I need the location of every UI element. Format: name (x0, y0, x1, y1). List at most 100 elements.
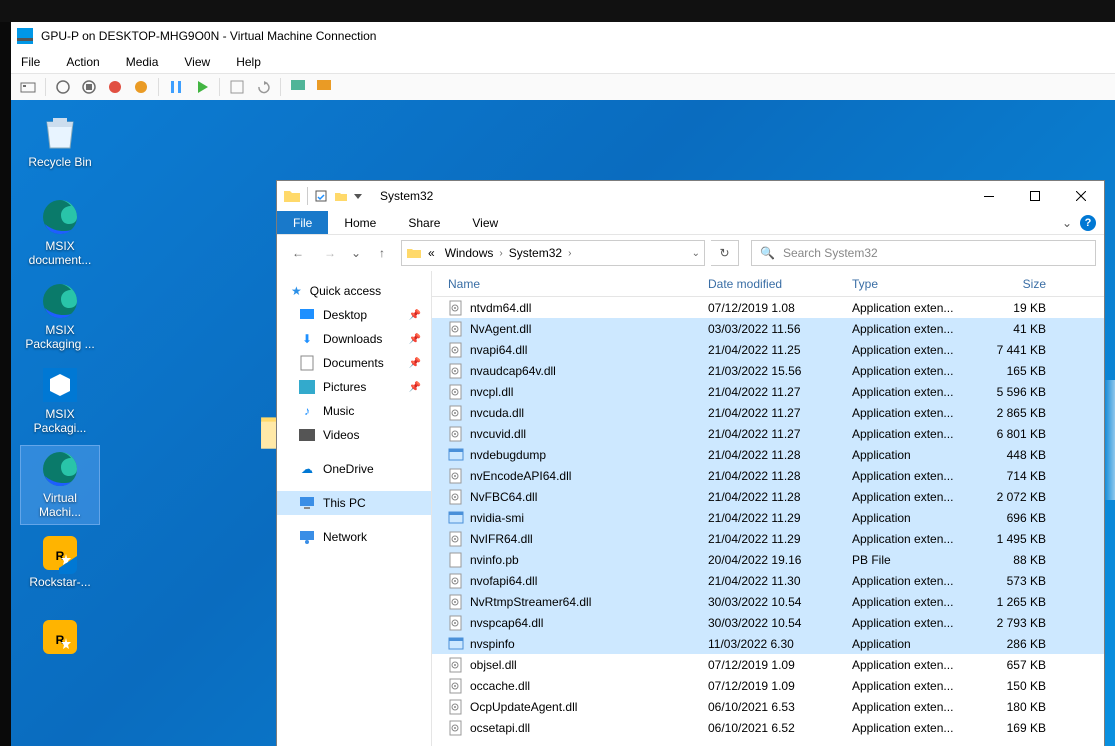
file-rows[interactable]: ntvdm64.dll07/12/2019 1.08Application ex… (432, 297, 1104, 746)
tb-turnoff-icon[interactable] (78, 76, 100, 98)
file-row[interactable]: ocsetapi.dll06/10/2021 6.52Application e… (432, 717, 1104, 738)
nav-this-pc[interactable]: This PC (277, 491, 431, 515)
qat-newfolder-icon[interactable] (334, 189, 348, 203)
nav-desktop[interactable]: Desktop📌 (277, 303, 431, 327)
guest-desktop[interactable]: Recycle BinMSIX document...MSIX Packagin… (11, 100, 1115, 746)
tab-file[interactable]: File (277, 211, 328, 234)
file-size: 6 801 KB (972, 427, 1046, 441)
breadcrumb-windows[interactable]: Windows (441, 246, 498, 260)
minimize-button[interactable] (966, 181, 1012, 211)
back-button[interactable]: ← (285, 240, 311, 266)
file-name: nvapi64.dll (470, 343, 708, 357)
tb-reset-icon[interactable] (191, 76, 213, 98)
column-headers[interactable]: Name Date modified Type Size (432, 271, 1104, 297)
tb-revert-icon[interactable] (252, 76, 274, 98)
tb-enhanced-icon[interactable] (287, 76, 309, 98)
file-row[interactable]: nvaudcap64v.dll21/03/2022 15.56Applicati… (432, 360, 1104, 381)
file-row[interactable]: nvofapi64.dll21/04/2022 11.30Application… (432, 570, 1104, 591)
file-row[interactable]: nvapi64.dll21/04/2022 11.25Application e… (432, 339, 1104, 360)
tb-ctrl-alt-del-icon[interactable] (17, 76, 39, 98)
tb-start-icon[interactable] (52, 76, 74, 98)
tab-home[interactable]: Home (328, 211, 392, 234)
qat-dropdown-icon[interactable] (354, 192, 362, 200)
file-date: 03/03/2022 11.56 (708, 322, 852, 336)
desktop-icon[interactable]: Recycle Bin (21, 110, 99, 188)
nav-pictures[interactable]: Pictures📌 (277, 375, 431, 399)
file-row[interactable]: nvEncodeAPI64.dll21/04/2022 11.28Applica… (432, 465, 1104, 486)
file-type: Application exten... (852, 301, 972, 315)
file-row[interactable]: nvcuvid.dll21/04/2022 11.27Application e… (432, 423, 1104, 444)
breadcrumb-system32[interactable]: System32 (505, 246, 566, 260)
desktop-icon[interactable]: Virtual Machi... (21, 446, 99, 524)
address-bar[interactable]: « Windows› System32› ⌄ (401, 240, 705, 266)
col-type[interactable]: Type (852, 277, 972, 291)
ribbon-expand-icon[interactable]: ⌄ (1062, 216, 1072, 230)
menu-media[interactable]: Media (126, 55, 159, 69)
recent-dropdown-icon[interactable]: ⌄ (349, 240, 363, 266)
col-date[interactable]: Date modified (708, 277, 852, 291)
nav-downloads[interactable]: ⬇Downloads📌 (277, 327, 431, 351)
nav-quick-access[interactable]: ★Quick access (277, 279, 431, 303)
menu-help[interactable]: Help (236, 55, 261, 69)
menu-action[interactable]: Action (66, 55, 99, 69)
file-date: 20/04/2022 19.16 (708, 553, 852, 567)
nav-music[interactable]: ♪Music (277, 399, 431, 423)
help-icon[interactable]: ? (1080, 215, 1096, 231)
desktop-icon[interactable]: RRockstar-... (21, 530, 99, 608)
file-date: 07/12/2019 1.09 (708, 679, 852, 693)
desktop-icon[interactable]: R (21, 614, 99, 692)
tb-checkpoint-icon[interactable] (226, 76, 248, 98)
file-row[interactable]: nvcuda.dll21/04/2022 11.27Application ex… (432, 402, 1104, 423)
menu-file[interactable]: File (21, 55, 40, 69)
tb-share-icon[interactable] (313, 76, 335, 98)
file-size: 41 KB (972, 322, 1046, 336)
tb-save-icon[interactable] (130, 76, 152, 98)
file-row[interactable]: NvRtmpStreamer64.dll30/03/2022 10.54Appl… (432, 591, 1104, 612)
file-row[interactable]: nvspcap64.dll30/03/2022 10.54Application… (432, 612, 1104, 633)
win-logo-hint (1105, 380, 1115, 500)
nav-network[interactable]: Network (277, 525, 431, 549)
up-button[interactable]: ↑ (369, 240, 395, 266)
tab-view[interactable]: View (456, 211, 514, 234)
close-button[interactable] (1058, 181, 1104, 211)
nav-videos[interactable]: Videos (277, 423, 431, 447)
file-size: 19 KB (972, 301, 1046, 315)
desktop-icon[interactable]: MSIX Packagi... (21, 362, 99, 440)
file-size: 573 KB (972, 574, 1046, 588)
explorer-titlebar[interactable]: System32 (277, 181, 1104, 211)
breadcrumb-prefix[interactable]: « (424, 246, 439, 260)
file-row[interactable]: occache.dll07/12/2019 1.09Application ex… (432, 675, 1104, 696)
file-name: nvcuvid.dll (470, 427, 708, 441)
tb-pause-icon[interactable] (165, 76, 187, 98)
col-name[interactable]: Name (448, 277, 708, 291)
file-row[interactable]: nvdebugdump21/04/2022 11.28Application44… (432, 444, 1104, 465)
col-size[interactable]: Size (972, 277, 1046, 291)
tb-shutdown-icon[interactable] (104, 76, 126, 98)
file-row[interactable]: NvAgent.dll03/03/2022 11.56Application e… (432, 318, 1104, 339)
file-row[interactable]: nvspinfo11/03/2022 6.30Application286 KB (432, 633, 1104, 654)
file-row[interactable]: nvinfo.pb20/04/2022 19.16PB File88 KB (432, 549, 1104, 570)
address-dropdown-icon[interactable]: ⌄ (692, 248, 700, 259)
menu-view[interactable]: View (184, 55, 210, 69)
file-row[interactable]: objsel.dll07/12/2019 1.09Application ext… (432, 654, 1104, 675)
qat-properties-icon[interactable] (314, 189, 328, 203)
file-row[interactable]: OcpUpdateAgent.dll06/10/2021 6.53Applica… (432, 696, 1104, 717)
maximize-button[interactable] (1012, 181, 1058, 211)
desktop-icon[interactable]: MSIX document... (21, 194, 99, 272)
tab-share[interactable]: Share (392, 211, 456, 234)
file-row[interactable]: ntvdm64.dll07/12/2019 1.08Application ex… (432, 297, 1104, 318)
nav-documents[interactable]: Documents📌 (277, 351, 431, 375)
search-box[interactable]: 🔍 (751, 240, 1096, 266)
vmc-titlebar[interactable]: GPU-P on DESKTOP-MHG9O0N - Virtual Machi… (11, 22, 1115, 50)
refresh-button[interactable]: ↻ (711, 240, 739, 266)
desktop-icon[interactable]: MSIX Packaging ... (21, 278, 99, 356)
nav-onedrive[interactable]: ☁OneDrive (277, 457, 431, 481)
search-input[interactable] (783, 246, 1087, 260)
file-row[interactable]: nvidia-smi21/04/2022 11.29Application696… (432, 507, 1104, 528)
file-row[interactable]: NvFBC64.dll21/04/2022 11.28Application e… (432, 486, 1104, 507)
file-size: 714 KB (972, 469, 1046, 483)
forward-button[interactable]: → (317, 240, 343, 266)
file-row[interactable]: NvIFR64.dll21/04/2022 11.29Application e… (432, 528, 1104, 549)
file-date: 21/04/2022 11.28 (708, 448, 852, 462)
file-row[interactable]: nvcpl.dll21/04/2022 11.27Application ext… (432, 381, 1104, 402)
